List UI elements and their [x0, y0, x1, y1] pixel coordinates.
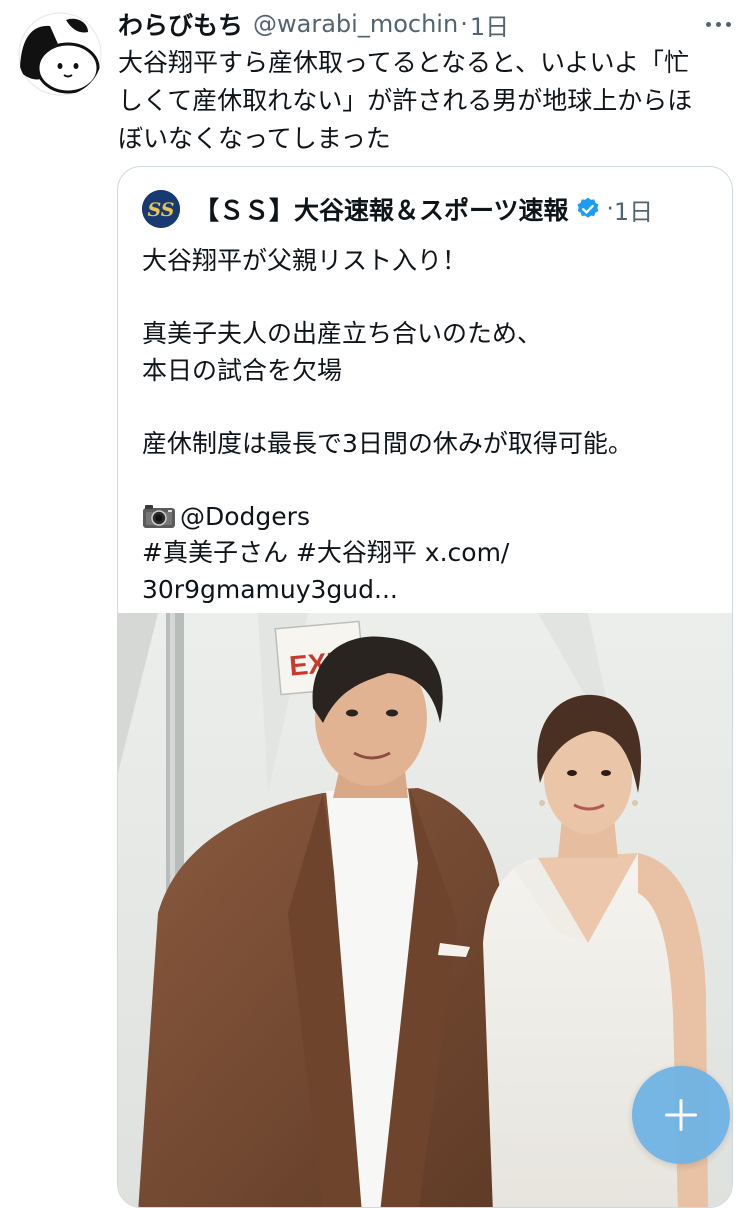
timestamp[interactable]: 1日: [470, 7, 509, 42]
quoted-avatar-text: SS: [147, 199, 174, 221]
quoted-avatar-logo: SS: [142, 190, 180, 228]
quoted-text-line: [142, 389, 712, 426]
quoted-tweet-card[interactable]: SS 【ＳＳ】大谷速報＆スポーツ速報 · 1日 大谷翔平が父親リスト入り！ 真美…: [117, 166, 733, 1208]
camera-emoji-icon: [143, 504, 175, 528]
photo-credit-line: @Dodgers: [142, 499, 712, 536]
tweet-text-line: 大谷翔平すら産休取ってるとなると、いよいよ「忙: [118, 48, 690, 77]
photo-credit[interactable]: @Dodgers: [180, 502, 310, 531]
tweet-text: 大谷翔平すら産休取ってるとなると、いよいよ「忙 しくて産休取れない」が許される男…: [118, 44, 730, 158]
more-dots-icon[interactable]: [700, 10, 736, 38]
quoted-text-line: 真美子夫人の出産立ち合いのため、: [142, 319, 543, 348]
quoted-tweet-header: SS 【ＳＳ】大谷速報＆スポーツ速報 · 1日: [142, 189, 722, 229]
quoted-text-line: 産休制度は最長で3日間の休みが取得可能。: [142, 428, 633, 458]
quoted-timestamp[interactable]: 1日: [614, 192, 653, 227]
tweet-text-line: しくて産休取れない」が許される男が地球上からほ: [118, 86, 693, 115]
tweet-text-line: ぼいなくなってしまった: [118, 124, 391, 153]
hashtags-line[interactable]: #真美子さん #大谷翔平 x.com/: [142, 535, 712, 572]
tweet[interactable]: わらびもち @warabi_mochin · 1日 大谷翔平すら産休取ってるとな…: [0, 0, 750, 1208]
quoted-tweet-text: 大谷翔平が父親リスト入り！ 真美子夫人の出産立ち合いのため、 本日の試合を欠場 …: [142, 243, 712, 608]
quoted-avatar[interactable]: SS: [142, 190, 180, 228]
quoted-display-name[interactable]: 【ＳＳ】大谷速報＆スポーツ速報: [194, 191, 569, 227]
quoted-text-line: [142, 462, 712, 499]
dot-separator: ·: [460, 10, 468, 38]
quoted-text-line: 大谷翔平が父親リスト入り！: [142, 246, 468, 275]
compose-button[interactable]: [632, 1066, 730, 1164]
plus-icon: [665, 1099, 697, 1131]
link-line[interactable]: 30r9gmamuy3gud...: [142, 572, 712, 609]
quoted-text-line: [142, 280, 712, 317]
quoted-dot-separator: ·: [606, 196, 614, 222]
avatar-image: [18, 12, 102, 96]
quoted-text-line: 本日の試合を欠場: [142, 355, 343, 385]
display-name[interactable]: わらびもち: [118, 6, 243, 42]
user-handle[interactable]: @warabi_mochin: [253, 10, 458, 38]
avatar[interactable]: [18, 12, 102, 96]
tweet-header: わらびもち @warabi_mochin · 1日: [118, 4, 738, 44]
verified-badge-icon: [577, 197, 598, 218]
